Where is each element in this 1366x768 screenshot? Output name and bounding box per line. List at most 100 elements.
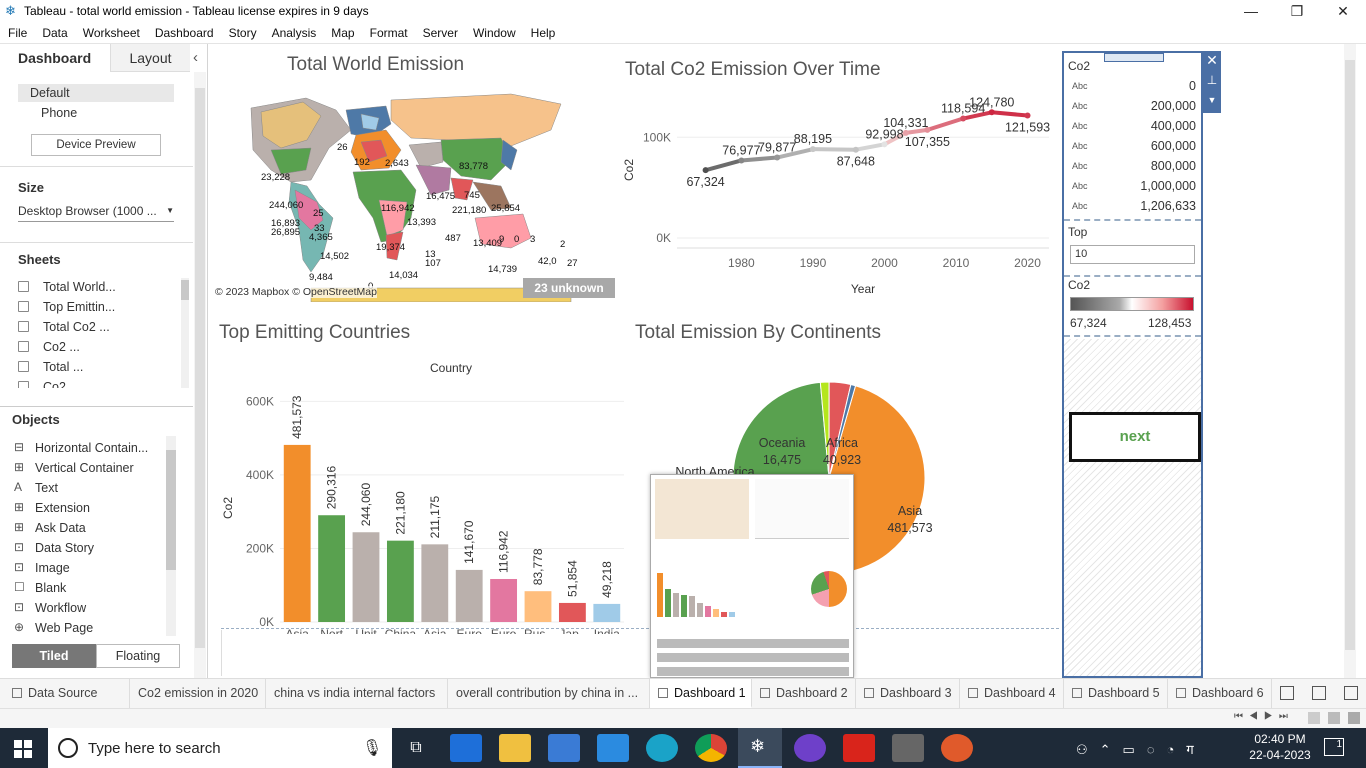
canvas-scrollbar[interactable] [1344,44,1356,678]
object-item[interactable]: ⊞ Ask Data [12,519,167,539]
menu-window[interactable]: Window [465,22,523,40]
chevron-down-icon[interactable]: ▼ [1203,91,1221,109]
tableau-taskbar-button[interactable]: ❄ [738,728,782,768]
tabs-view-icon[interactable] [1348,712,1360,724]
sheet-tab[interactable]: overall contribution by china in ... [448,679,650,708]
taskbar-search[interactable]: Type here to search 🎙 [48,728,392,768]
clock-time[interactable]: 02:40 PM [1250,732,1310,746]
sheet-item[interactable]: Total World... [18,278,183,298]
objects-scrollbar[interactable] [166,436,176,636]
panel-scrollbar[interactable] [194,72,206,678]
object-item[interactable]: ☐ Blank [12,579,167,599]
menu-worksheet[interactable]: Worksheet [75,22,147,40]
tiled-toggle[interactable]: Tiled [12,644,96,668]
close-button[interactable]: ✕ [1320,0,1366,22]
menu-server[interactable]: Server [415,22,465,40]
object-item[interactable]: ⊕ Web Page [12,619,167,639]
floating-toggle[interactable]: Floating [96,644,180,668]
close-icon[interactable]: ✕ [1203,51,1221,69]
next-button[interactable]: next [1069,412,1201,462]
menu-data[interactable]: Data [34,22,74,40]
sheets-scrollbar[interactable] [181,278,189,388]
edge-legacy-icon[interactable] [450,734,482,762]
bar-chart[interactable]: Country0K200K400K600KCo2481,573Asia290,3… [214,354,624,634]
tab-label: Dashboard 4 [984,686,1056,700]
restore-button[interactable]: ❐ [1274,0,1320,22]
object-item[interactable]: ⊡ Data Story [12,539,167,559]
sheet-tab[interactable]: Dashboard 6 [1168,679,1272,708]
object-item[interactable]: A Text [12,479,167,499]
line-segment [903,127,930,135]
device-phone[interactable]: Phone [41,106,77,120]
tab-label: Dashboard 6 [1192,686,1264,700]
device-preview-button[interactable]: Device Preview [31,134,161,156]
new-story-icon[interactable] [1344,686,1358,700]
sheet-item[interactable]: Co2 ... [18,338,183,358]
device-default[interactable]: Default [18,84,174,102]
sheet-tab[interactable]: Co2 emission in 2020 [130,679,266,708]
menu-map[interactable]: Map [323,22,361,40]
unknown-indicator[interactable]: 23 unknown [523,278,615,298]
task-view-icon[interactable]: ⧉ [400,734,432,762]
sheet-item[interactable]: Co2 [18,378,183,388]
k7-icon[interactable] [892,734,924,762]
mail-icon[interactable] [597,734,629,762]
co2-legend-item[interactable]: Abc 600,000 [1068,137,1198,157]
chrome-icon[interactable] [695,734,727,762]
sheet-item[interactable]: Total Co2 ... [18,318,183,338]
menu-format[interactable]: Format [362,22,415,40]
menu-help[interactable]: Help [523,22,563,40]
object-item[interactable]: ⊞ Vertical Container [12,459,167,479]
tray-icons[interactable]: ⚇⌃▭◌◔ग [1076,740,1206,758]
co2-legend-item[interactable]: Abc 800,000 [1068,157,1198,177]
tab-nav-icons[interactable]: ⏮◀▶⏭ [1234,711,1294,722]
microphone-icon[interactable]: 🎙 [362,738,382,758]
object-item[interactable]: ⊡ Workflow [12,599,167,619]
grid-view-icon[interactable] [1308,712,1320,724]
co2-legend-item[interactable]: Abc 400,000 [1068,117,1198,137]
drag-handle[interactable] [1104,53,1164,62]
sheet-item[interactable]: Top Emittin... [18,298,183,318]
line-chart[interactable]: 0K 100K 1980 1990 2000 2010 2020 Co2 Year 67,324 7… [619,88,1059,298]
menu-analysis[interactable]: Analysis [264,22,324,40]
tab-dashboard[interactable]: Dashboard [0,44,110,72]
co2-legend-item[interactable]: Abc 1,000,000 [1068,177,1198,197]
acrobat-icon[interactable] [843,734,875,762]
top-n-input[interactable]: 10 [1070,245,1195,264]
sheet-tab[interactable]: Dashboard 2 [752,679,856,708]
clock-date[interactable]: 22-04-2023 [1246,748,1314,762]
co2-legend-item[interactable]: Abc 0 [1068,77,1198,97]
size-dropdown[interactable]: Desktop Browser (1000 ... ▼ [18,204,174,222]
minimize-button[interactable]: — [1228,0,1274,22]
github-desktop-icon[interactable] [794,734,826,762]
object-item[interactable]: ⊞ Extension [12,499,167,519]
pin-icon[interactable]: ⊥ [1203,69,1221,91]
sheet-tab[interactable]: Dashboard 4 [960,679,1064,708]
edge-icon[interactable] [646,734,678,762]
sheet-item[interactable]: Total ... [18,358,183,378]
notification-icon[interactable]: 1 [1324,738,1344,756]
sheet-tab[interactable]: Data Source [4,679,130,708]
tab-layout[interactable]: Layout [110,44,190,72]
menu-file[interactable]: File [0,22,34,40]
size-heading: Size [18,180,45,195]
object-item[interactable]: ⊟ Horizontal Contain... [12,439,167,459]
new-dashboard-icon[interactable] [1312,686,1326,700]
collapse-icon[interactable]: ‹ [193,49,198,66]
file-explorer-icon[interactable] [499,734,531,762]
co2-legend-item[interactable]: Abc 1,206,633 [1068,197,1198,217]
store-icon[interactable] [548,734,580,762]
object-item[interactable]: ⊡ Image [12,559,167,579]
co2-legend-item[interactable]: Abc 200,000 [1068,97,1198,117]
new-worksheet-icon[interactable] [1280,686,1294,700]
sheet-tab[interactable]: china vs india internal factors [266,679,448,708]
menu-dashboard[interactable]: Dashboard [147,22,221,40]
sheet-tab[interactable]: Dashboard 5 [1064,679,1168,708]
menu-story[interactable]: Story [221,22,264,40]
sheet-tab[interactable]: Dashboard 3 [856,679,960,708]
windows-start-icon[interactable] [14,740,32,758]
app-icon[interactable] [941,734,973,762]
world-map[interactable]: 26 192 2,643 83,778 23,228 221,180 244,060 25 16… [211,90,621,302]
sheet-tab[interactable]: Dashboard 1 [650,679,752,708]
filmstrip-view-icon[interactable] [1328,712,1340,724]
